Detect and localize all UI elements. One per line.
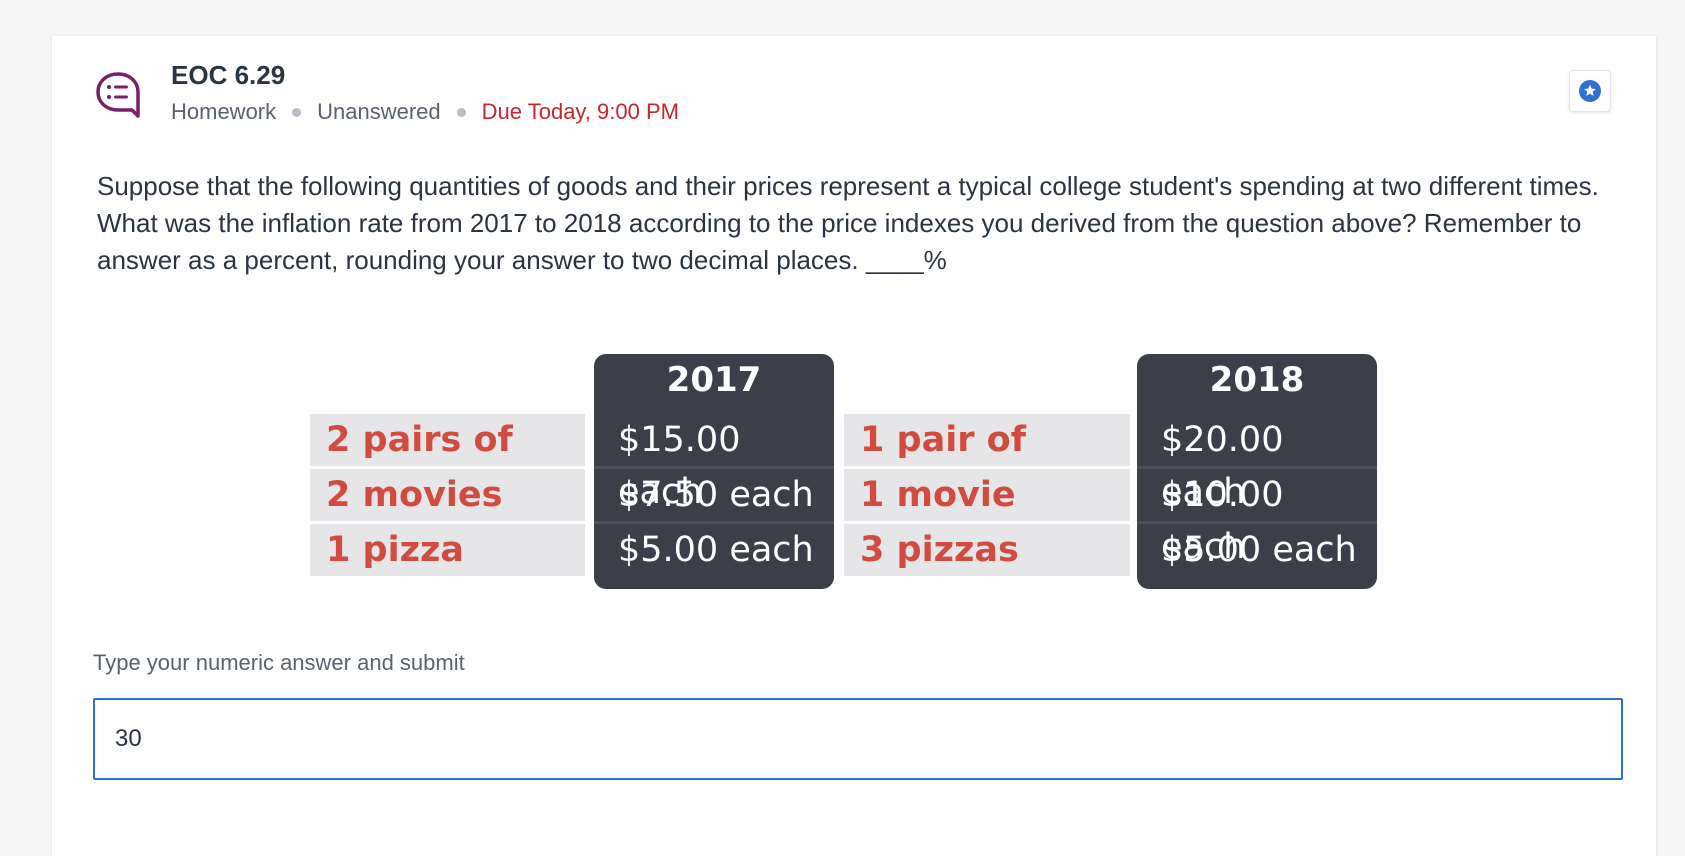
price-table: 2 pairs of jeans 2 movies 1 pizza 2017 $… (52, 354, 1656, 594)
price-2017-2: $7.50 each (594, 466, 834, 518)
year-panel-2018: 2018 $20.00 each $10.00 each $5.00 each (1137, 354, 1377, 589)
price-2017-1: $15.00 each (618, 420, 741, 512)
separator-dot (456, 107, 466, 117)
price-2018-1: $20.00 each (1161, 420, 1284, 512)
numeric-answer-input[interactable] (93, 698, 1623, 780)
item-2017-3: 1 pizza (310, 524, 585, 576)
star-icon (1579, 80, 1601, 102)
answer-label: Type your numeric answer and submit (93, 650, 465, 675)
price-2018-3: $5.00 each (1137, 521, 1377, 573)
year-label: 2017 (666, 360, 762, 400)
price-2017-3: $5.00 each (594, 521, 834, 573)
question-card: EOC 6.29 Homework Unanswered Due Today, … (52, 36, 1656, 856)
list-chat-bubble-icon (94, 70, 142, 118)
item-2018-1: 1 pair of jeans (844, 414, 1130, 512)
question-title: EOC 6.29 (171, 60, 286, 90)
year-label: 2018 (1209, 360, 1305, 400)
question-meta: Homework Unanswered Due Today, 9:00 PM (171, 99, 679, 125)
answer-status: Unanswered (317, 99, 441, 124)
separator-dot (292, 107, 302, 117)
star-button[interactable] (1569, 70, 1611, 112)
assignment-type: Homework (171, 99, 277, 124)
item-2017-1: 2 pairs of jeans (310, 414, 585, 512)
question-text: Suppose that the following quantities of… (97, 171, 1599, 275)
item-2018-3: 3 pizzas (844, 524, 1130, 576)
due-date: Due Today, 9:00 PM (481, 99, 679, 124)
price-2018-2: $10.00 each (1137, 466, 1377, 567)
item-2017-2: 2 movies (310, 469, 585, 521)
year-panel-2017: 2017 $15.00 each $7.50 each $5.00 each (594, 354, 834, 589)
item-2018-2: 1 movie (844, 469, 1130, 521)
